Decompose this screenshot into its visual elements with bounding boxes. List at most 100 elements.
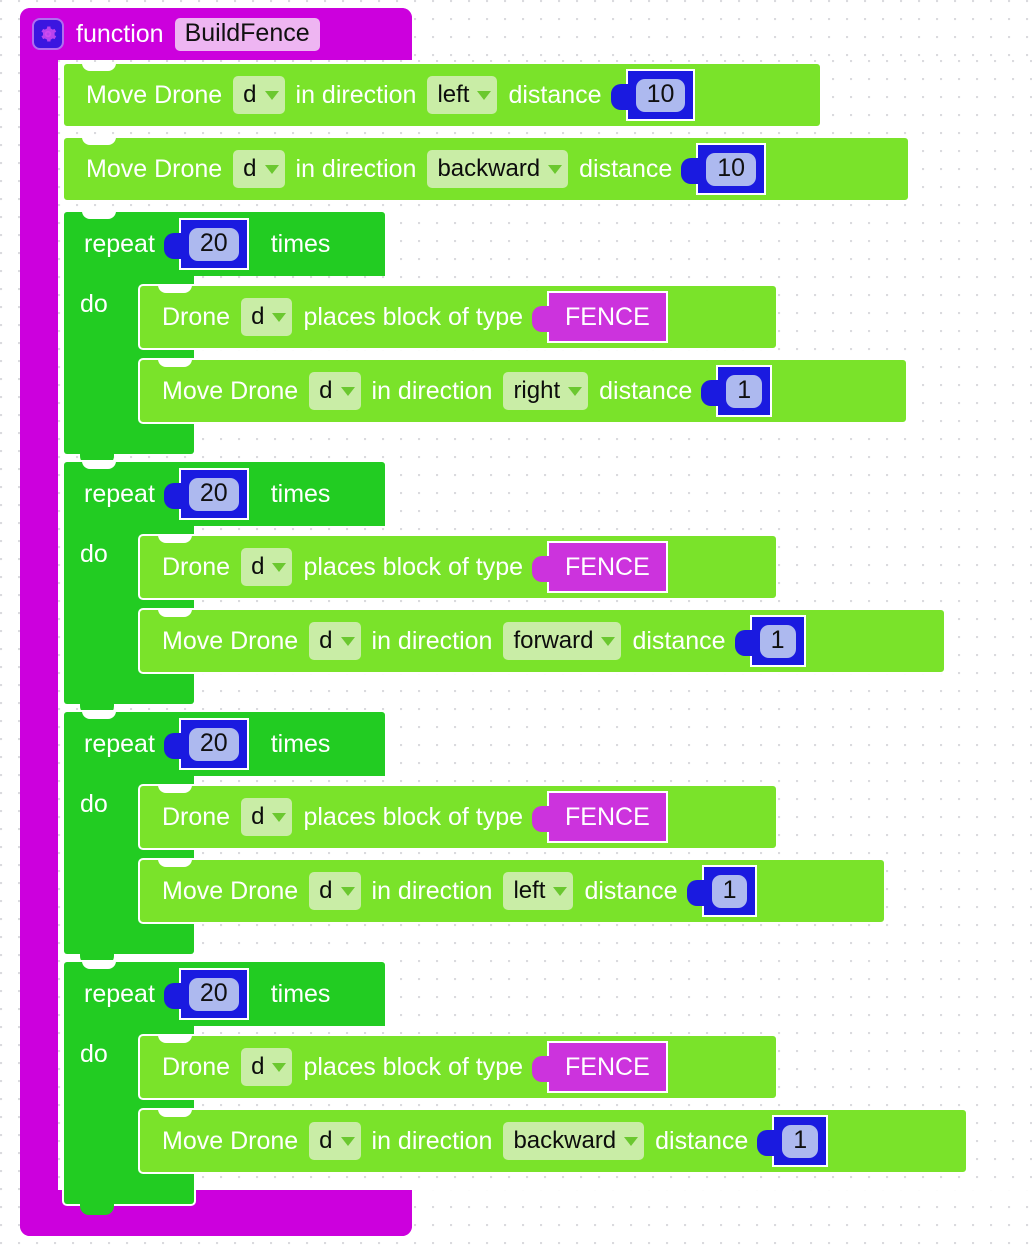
move-drone-block[interactable]: Move Drone d in direction backward dista…	[138, 1108, 968, 1174]
block-notch	[158, 608, 192, 617]
in-direction-label: in direction	[371, 876, 493, 905]
chevron-down-icon	[340, 386, 355, 396]
distance-label: distance	[508, 80, 602, 109]
move-drone-block[interactable]: Move Drone d in direction backward dista…	[62, 136, 910, 202]
place-block-block[interactable]: Drone d places block of type FENCE	[138, 1034, 778, 1100]
move-drone-block[interactable]: Move Drone d in direction left distance …	[138, 858, 886, 924]
drone-label: Drone	[162, 802, 231, 831]
direction-dropdown-value: right	[513, 377, 561, 404]
block-notch	[158, 358, 192, 367]
repeat-count-block[interactable]: 20	[163, 468, 249, 520]
chevron-down-icon	[264, 164, 279, 174]
distance-number-field[interactable]: 10	[635, 78, 686, 112]
drone-dropdown[interactable]: d	[241, 798, 293, 836]
repeat-loop-header[interactable]: repeat 20 times	[62, 960, 387, 1026]
repeat-loop-header[interactable]: repeat 20 times	[62, 460, 387, 526]
chevron-down-icon	[568, 386, 583, 396]
block-type-value[interactable]: FENCE	[532, 1041, 668, 1093]
move-drone-block[interactable]: Move Drone d in direction right distance…	[138, 358, 908, 424]
distance-number-block[interactable]: 1	[734, 615, 806, 667]
times-label: times	[270, 479, 331, 508]
repeat-count-field[interactable]: 20	[188, 227, 239, 261]
direction-dropdown-value: left	[513, 877, 546, 904]
distance-number-field[interactable]: 10	[706, 152, 757, 186]
distance-number-block[interactable]: 1	[701, 365, 773, 417]
drone-dropdown[interactable]: d	[233, 150, 285, 188]
drone-dropdown-value: d	[251, 303, 265, 330]
drone-dropdown[interactable]: d	[309, 622, 361, 660]
function-block-header[interactable]: function BuildFence	[20, 8, 412, 60]
function-name-field[interactable]: BuildFence	[174, 17, 320, 51]
place-block-block[interactable]: Drone d places block of type FENCE	[138, 784, 778, 850]
drone-dropdown[interactable]: d	[233, 76, 285, 114]
place-block-block[interactable]: Drone d places block of type FENCE	[138, 284, 778, 350]
in-direction-label: in direction	[371, 376, 493, 405]
block-notch	[82, 710, 116, 719]
move-drone-label: Move Drone	[162, 376, 299, 405]
repeat-count-block[interactable]: 20	[163, 218, 249, 270]
distance-number-field[interactable]: 1	[782, 1124, 819, 1158]
drone-dropdown-value: d	[251, 1053, 265, 1080]
chevron-down-icon	[340, 636, 355, 646]
repeat-loop-bottom	[62, 680, 196, 706]
distance-number-block[interactable]: 10	[681, 143, 767, 195]
drone-dropdown[interactable]: d	[241, 298, 293, 336]
distance-number-field[interactable]: 1	[759, 624, 796, 658]
repeat-loop-header[interactable]: repeat 20 times	[62, 210, 387, 276]
direction-dropdown[interactable]: left	[503, 872, 574, 910]
repeat-count-block[interactable]: 20	[163, 718, 249, 770]
block-type-value[interactable]: FENCE	[532, 791, 668, 843]
direction-dropdown[interactable]: backward	[503, 1122, 645, 1160]
repeat-label: repeat	[84, 479, 155, 508]
drone-dropdown-value: d	[243, 155, 257, 182]
place-block-block[interactable]: Drone d places block of type FENCE	[138, 534, 778, 600]
gear-icon[interactable]	[32, 18, 64, 50]
block-notch	[82, 62, 116, 71]
repeat-count-block[interactable]: 20	[163, 968, 249, 1020]
distance-number-block[interactable]: 10	[610, 69, 696, 121]
repeat-label: repeat	[84, 979, 155, 1008]
direction-dropdown[interactable]: backward	[427, 150, 569, 188]
repeat-loop-header[interactable]: repeat 20 times	[62, 710, 387, 776]
times-label: times	[270, 229, 331, 258]
drone-dropdown[interactable]: d	[241, 1048, 293, 1086]
distance-label: distance	[579, 154, 673, 183]
chevron-down-icon	[264, 90, 279, 100]
distance-number-block[interactable]: 1	[686, 865, 758, 917]
repeat-loop-bottom-tab	[80, 1204, 114, 1215]
distance-number-block[interactable]: 1	[757, 1115, 829, 1167]
times-label: times	[270, 729, 331, 758]
places-block-of-type-label: places block of type	[303, 1052, 524, 1081]
move-drone-block[interactable]: Move Drone d in direction forward distan…	[138, 608, 946, 674]
drone-label: Drone	[162, 1052, 231, 1081]
drone-dropdown-value: d	[251, 803, 265, 830]
block-type-value[interactable]: FENCE	[532, 541, 668, 593]
chevron-down-icon	[340, 1136, 355, 1146]
drone-dropdown[interactable]: d	[309, 872, 361, 910]
repeat-count-field[interactable]: 20	[188, 977, 239, 1011]
direction-dropdown-value: backward	[437, 155, 541, 182]
direction-dropdown[interactable]: right	[503, 372, 589, 410]
drone-dropdown[interactable]: d	[309, 372, 361, 410]
chevron-down-icon	[272, 1062, 287, 1072]
block-notch	[158, 1034, 192, 1043]
drone-label: Drone	[162, 302, 231, 331]
repeat-count-field[interactable]: 20	[188, 727, 239, 761]
drone-dropdown[interactable]: d	[309, 1122, 361, 1160]
direction-dropdown[interactable]: left	[427, 76, 498, 114]
distance-number-field[interactable]: 1	[726, 374, 763, 408]
direction-dropdown[interactable]: forward	[503, 622, 622, 660]
direction-dropdown-value: left	[437, 81, 470, 108]
direction-dropdown-value: backward	[513, 1127, 617, 1154]
repeat-loop-bottom	[62, 430, 196, 456]
block-notch	[82, 210, 116, 219]
drone-dropdown[interactable]: d	[241, 548, 293, 586]
distance-number-field[interactable]: 1	[711, 874, 748, 908]
move-drone-block[interactable]: Move Drone d in direction left distance …	[62, 62, 822, 128]
chevron-down-icon	[340, 886, 355, 896]
distance-label: distance	[584, 876, 678, 905]
block-type-value[interactable]: FENCE	[532, 291, 668, 343]
block-notch	[82, 960, 116, 969]
repeat-count-field[interactable]: 20	[188, 477, 239, 511]
do-label: do	[80, 540, 108, 568]
